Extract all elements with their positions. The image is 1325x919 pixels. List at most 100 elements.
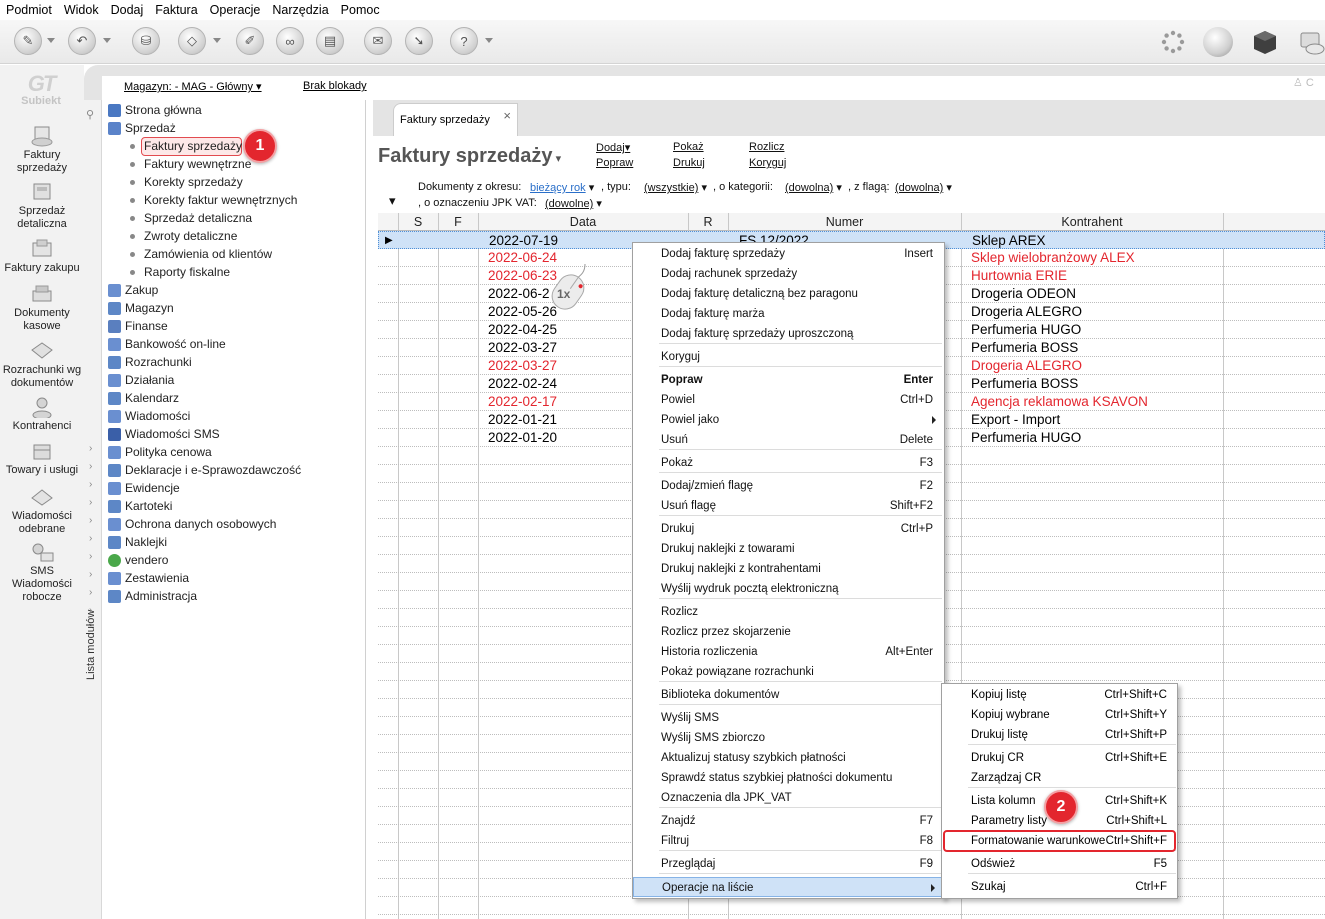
menu-item-usuń[interactable]: Usuń Delete	[633, 430, 944, 450]
menu-item-aktualizuj-statusy-szybkich-płatności[interactable]: Aktualizuj statusy szybkich płatności	[633, 748, 944, 768]
menu-item-usuń-flagę[interactable]: Usuń flagę Shift+F2	[633, 496, 944, 516]
action-dodaj[interactable]: Dodaj▾	[596, 141, 630, 154]
menu-item-biblioteka-dokumentów[interactable]: Biblioteka dokumentów	[633, 685, 944, 705]
tree-item-rozrachunki[interactable]: Rozrachunki	[108, 353, 192, 371]
menu-podmiot[interactable]: Podmiot	[6, 3, 52, 17]
tree-item-ewidencje[interactable]: Ewidencje	[108, 479, 180, 497]
page-title[interactable]: Faktury sprzedaży ▾	[378, 145, 561, 168]
link-icon[interactable]: ∞	[276, 27, 304, 55]
tree-item-polityka-cenowa[interactable]: Polityka cenowa	[108, 443, 212, 461]
menu-item-dodaj-fakturę-detaliczną-bez-paragonu[interactable]: Dodaj fakturę detaliczną bez paragonu	[633, 284, 944, 304]
action-koryguj[interactable]: Koryguj	[749, 157, 786, 169]
close-icon[interactable]: ×	[503, 108, 511, 123]
filter-jpk-value[interactable]: (dowolne) ▾	[545, 197, 602, 210]
menu-item-wyślij-wydruk-pocztą-elektroniczną[interactable]: Wyślij wydruk pocztą elektroniczną	[633, 579, 944, 599]
chevron-right-icon[interactable]: ›	[89, 569, 92, 580]
printer-icon[interactable]: ▤	[316, 27, 344, 55]
column-f[interactable]: F	[438, 213, 478, 231]
tree-item-wiadomosci-sms[interactable]: Wiadomości SMS	[108, 425, 220, 443]
tab-faktury-sprzedazy[interactable]: Faktury sprzedaży ×	[393, 103, 518, 136]
chevron-right-icon[interactable]: ›	[89, 533, 92, 544]
menu-widok[interactable]: Widok	[64, 3, 99, 17]
column-r[interactable]: R	[688, 213, 728, 231]
menu-item-rozlicz-przez-skojarzenie[interactable]: Rozlicz przez skojarzenie	[633, 622, 944, 642]
edit-icon[interactable]: ✐	[236, 27, 264, 55]
menu-item-powiel-jako[interactable]: Powiel jako	[633, 410, 944, 430]
menu-item-popraw[interactable]: Popraw Enter	[633, 370, 944, 390]
submenu-item-zarządzaj-cr[interactable]: Zarządzaj CR	[942, 768, 1177, 788]
tree-sub-faktury-wewnetrzne[interactable]: Faktury wewnętrzne	[130, 155, 251, 173]
modules-label[interactable]: Lista modułów	[85, 590, 101, 680]
chevron-down-icon[interactable]	[213, 38, 221, 43]
shortcut-faktury-sprzedazy[interactable]: Faktury sprzedaży	[0, 125, 84, 175]
help-icon[interactable]: ?	[450, 27, 478, 55]
shortcut-wiadomosci[interactable]: Wiadomości odebrane	[0, 486, 84, 536]
column-kontrahent[interactable]: Kontrahent	[961, 213, 1223, 231]
menu-item-znajdź[interactable]: Znajdź F7	[633, 811, 944, 831]
tree-item-strona-glowna[interactable]: Strona główna	[108, 101, 202, 119]
menu-item-rozlicz[interactable]: Rozlicz	[633, 602, 944, 622]
menu-item-powiel[interactable]: Powiel Ctrl+D	[633, 390, 944, 410]
shortcut-kontrahenci[interactable]: Kontrahenci	[0, 396, 84, 433]
menu-item-filtruj[interactable]: Filtruj F8	[633, 831, 944, 851]
tree-sub-faktury-sprzedazy[interactable]: Faktury sprzedaży	[130, 137, 242, 155]
globe-icon[interactable]	[1203, 27, 1233, 57]
tree-sub-raporty-fiskalne[interactable]: Raporty fiskalne	[130, 263, 230, 281]
stamp-icon[interactable]: ⛁	[132, 27, 160, 55]
chevron-right-icon[interactable]: ›	[89, 587, 92, 598]
shortcut-sprzedaz-detaliczna[interactable]: Sprzedaż detaliczna	[0, 181, 84, 231]
menu-item-oznaczenia-dla-jpk-vat[interactable]: Oznaczenia dla JPK_VAT	[633, 788, 944, 808]
menu-item-pokaż-powiązane-rozrachunki[interactable]: Pokaż powiązane rozrachunki	[633, 662, 944, 682]
action-popraw[interactable]: Popraw	[596, 157, 633, 169]
chevron-right-icon[interactable]: ›	[89, 461, 92, 472]
tree-sub-zwroty-detaliczne[interactable]: Zwroty detaliczne	[130, 227, 237, 245]
submenu-item-odśwież[interactable]: Odśwież F5	[942, 854, 1177, 874]
tree-sub-korekty-faktur-wewnetrznych[interactable]: Korekty faktur wewnętrznych	[130, 191, 297, 209]
shortcut-rozrachunki[interactable]: Rozrachunki wg dokumentów	[0, 340, 84, 390]
cloud-icon[interactable]	[1295, 27, 1325, 57]
menu-item-dodaj-fakturę-marża[interactable]: Dodaj fakturę marża	[633, 304, 944, 324]
filter-type-value[interactable]: (wszystkie) ▾	[644, 181, 707, 194]
menu-dodaj[interactable]: Dodaj	[111, 3, 144, 17]
menu-item-wyślij-sms[interactable]: Wyślij SMS	[633, 708, 944, 728]
column-numer[interactable]: Numer	[728, 213, 961, 231]
chevron-right-icon[interactable]: ›	[89, 605, 92, 616]
tree-item-magazyn[interactable]: Magazyn	[108, 299, 174, 317]
user-indicator[interactable]: ♙ C	[1293, 76, 1325, 98]
table-row[interactable]	[378, 897, 1325, 915]
warehouse-selector[interactable]: Magazyn: - MAG - Główny ▾	[124, 80, 262, 93]
menu-item-dodaj-zmień-flagę[interactable]: Dodaj/zmień flagę F2	[633, 476, 944, 496]
menu-narzedzia[interactable]: Narzędzia	[272, 3, 328, 17]
undo-icon[interactable]: ↶	[68, 27, 96, 55]
column-s[interactable]: S	[398, 213, 438, 231]
tree-item-sprzedaz[interactable]: Sprzedaż	[108, 119, 176, 137]
export-icon[interactable]: ➘	[405, 27, 433, 55]
pin-icon[interactable]: ⚲	[86, 108, 94, 121]
lock-status-link[interactable]: Brak blokady	[303, 80, 367, 92]
menu-item-koryguj[interactable]: Koryguj	[633, 347, 944, 367]
column-data[interactable]: Data	[478, 213, 688, 231]
menu-item-drukuj-naklejki-z-towarami[interactable]: Drukuj naklejki z towarami	[633, 539, 944, 559]
submenu-item-kopiuj-wybrane[interactable]: Kopiuj wybrane Ctrl+Shift+Y	[942, 705, 1177, 725]
menu-item-sprawdź-status-szybkiej-płatności-dokumentu[interactable]: Sprawdź status szybkiej płatności dokume…	[633, 768, 944, 788]
filter-expand-icon[interactable]: ▾	[389, 193, 396, 209]
tree-item-finanse[interactable]: Finanse	[108, 317, 168, 335]
shortcut-faktury-zakupu[interactable]: Faktury zakupu	[0, 238, 84, 275]
filter-category-value[interactable]: (dowolna) ▾	[785, 181, 842, 194]
box-icon[interactable]	[1250, 27, 1280, 57]
submenu-item-drukuj-listę[interactable]: Drukuj listę Ctrl+Shift+P	[942, 725, 1177, 745]
chevron-right-icon[interactable]: ›	[89, 479, 92, 490]
tree-item-wiadomosci[interactable]: Wiadomości	[108, 407, 190, 425]
shortcut-sms[interactable]: SMS Wiadomości robocze	[0, 541, 84, 604]
eraser-icon[interactable]: ◇	[178, 27, 206, 55]
menu-operacje[interactable]: Operacje	[210, 3, 261, 17]
chevron-down-icon[interactable]	[47, 38, 55, 43]
shortcut-towary[interactable]: Towary i usługi	[0, 440, 84, 477]
chevron-right-icon[interactable]: ›	[89, 551, 92, 562]
submenu-item-drukuj-cr[interactable]: Drukuj CR Ctrl+Shift+E	[942, 748, 1177, 768]
new-document-icon[interactable]: ✎	[14, 27, 42, 55]
tree-item-bankowosc[interactable]: Bankowość on-line	[108, 335, 226, 353]
menu-item-operacje-na-liście[interactable]: Operacje na liście	[633, 877, 944, 897]
tree-item-deklaracje[interactable]: Deklaracje i e-Sprawozdawczość	[108, 461, 301, 479]
tree-sub-zamowienia[interactable]: Zamówienia od klientów	[130, 245, 272, 263]
